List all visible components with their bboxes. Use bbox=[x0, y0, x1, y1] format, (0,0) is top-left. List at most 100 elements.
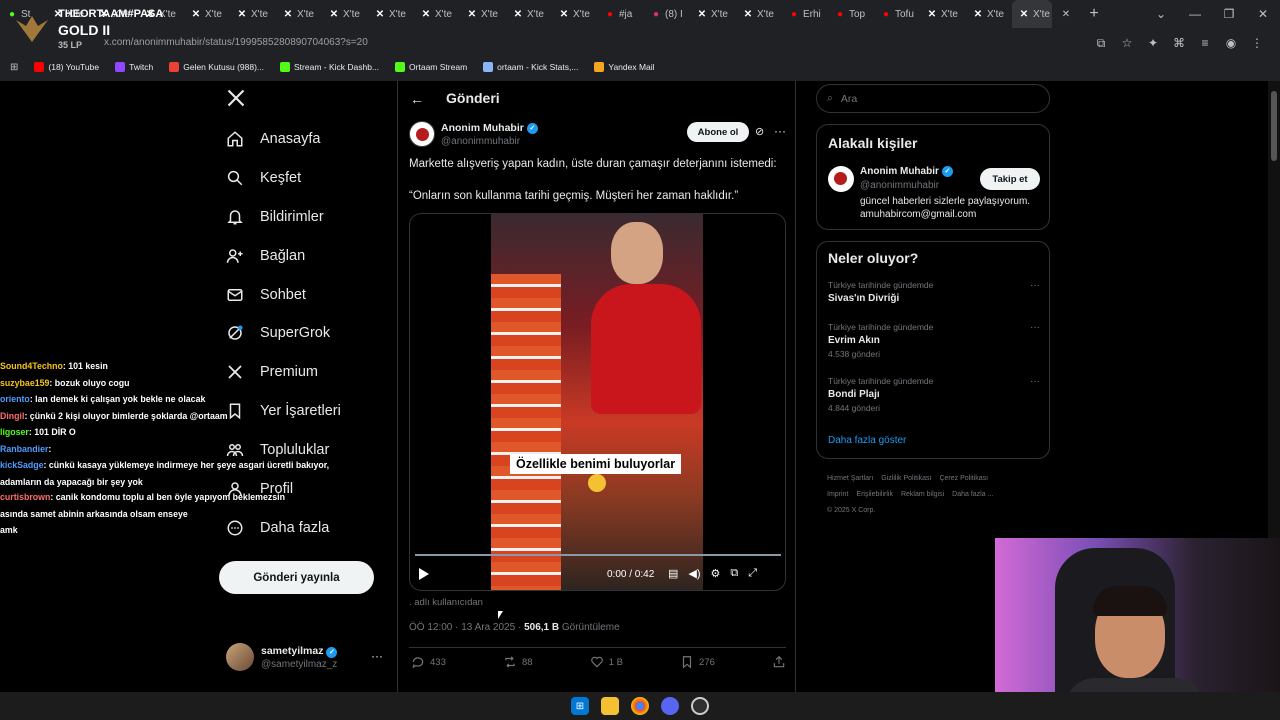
chat-username[interactable]: kickSadge bbox=[0, 460, 44, 470]
chat-username[interactable]: suzybae159 bbox=[0, 378, 49, 388]
apps-icon[interactable]: ⊞ bbox=[10, 62, 18, 73]
nav-item-1[interactable]: Keşfet bbox=[226, 166, 301, 190]
bookmark-item[interactable]: Stream - Kick Dashb... bbox=[280, 62, 379, 72]
profile-icon[interactable]: ◉ bbox=[1220, 30, 1242, 56]
maximize-icon[interactable]: ❐ bbox=[1212, 0, 1246, 28]
bookmark-item[interactable]: Twitch bbox=[115, 62, 153, 72]
windows-start-icon[interactable]: ⊞ bbox=[571, 697, 589, 715]
bookmark-item[interactable]: Gelen Kutusu (988)... bbox=[169, 62, 264, 72]
nav-item-4[interactable]: Sohbet bbox=[226, 283, 306, 307]
bookmark-item[interactable]: ortaam - Kick Stats,... bbox=[483, 62, 578, 72]
more-icon[interactable]: ··· bbox=[1030, 322, 1040, 333]
browser-tab[interactable]: ✕ X'te bbox=[690, 0, 736, 28]
trend-item[interactable]: Türkiye tarihinde gündemde Sivas'ın Divri… bbox=[828, 280, 1040, 304]
discord-icon[interactable] bbox=[661, 697, 679, 715]
puzzle-icon[interactable]: ⌘ bbox=[1168, 30, 1190, 56]
post-timestamp[interactable]: ÖÖ 12:00 · 13 Ara 2025 · bbox=[409, 622, 524, 633]
fullscreen-icon[interactable]: ⤢ bbox=[748, 567, 757, 580]
play-icon[interactable] bbox=[419, 568, 429, 580]
author-handle[interactable]: @anonimmuhabir bbox=[441, 136, 520, 147]
browser-tab[interactable]: ✕ X'te bbox=[966, 0, 1012, 28]
star-icon[interactable]: ☆ bbox=[1116, 30, 1138, 56]
bookmark-button[interactable]: 276 bbox=[680, 655, 715, 669]
pip-icon[interactable]: ⧉ bbox=[730, 567, 738, 580]
back-arrow-icon[interactable]: ← bbox=[410, 91, 424, 107]
chat-username[interactable]: Sound4Techno bbox=[0, 361, 63, 371]
footer-link[interactable]: Reklam bilgisi bbox=[901, 491, 944, 498]
browser-tab[interactable]: ✕ X'te bbox=[414, 0, 460, 28]
search-input[interactable]: ⌕ Ara bbox=[816, 84, 1050, 113]
more-icon[interactable]: ··· bbox=[1030, 280, 1040, 291]
reply-button[interactable]: 433 bbox=[411, 655, 446, 669]
more-icon[interactable]: ··· bbox=[1030, 376, 1040, 387]
browser-tab[interactable]: ● Erhi bbox=[782, 0, 828, 28]
chat-username[interactable]: ligoser bbox=[0, 427, 29, 437]
trend-item[interactable]: Türkiye tarihinde gündemde Evrim Akın 4.53… bbox=[828, 322, 1040, 359]
footer-link[interactable]: Daha fazla ... bbox=[952, 491, 993, 498]
related-name[interactable]: Anonim Muhabir ✓ bbox=[860, 166, 953, 177]
follow-button[interactable]: Takip et bbox=[980, 168, 1040, 190]
browser-tab[interactable]: ● Tofu bbox=[874, 0, 920, 28]
author-avatar[interactable] bbox=[409, 121, 435, 147]
tab-search-icon[interactable]: ⌄ bbox=[1144, 0, 1178, 28]
footer-link[interactable]: Hizmet Şartları bbox=[827, 475, 873, 482]
minimize-icon[interactable]: — bbox=[1178, 0, 1212, 28]
avatar[interactable] bbox=[828, 166, 854, 192]
x-logo-icon[interactable] bbox=[226, 88, 246, 108]
author-name[interactable]: Anonim Muhabir ✓ bbox=[441, 122, 538, 134]
video-player[interactable]: Özellikle benimi buluyorlar 0:00 / 0:42 … bbox=[409, 213, 786, 591]
post-button[interactable]: Gönderi yayınla bbox=[219, 561, 374, 594]
browser-tab[interactable]: ✕ X'te bbox=[506, 0, 552, 28]
browser-tab[interactable]: ✕ X'te bbox=[368, 0, 414, 28]
like-button[interactable]: 1 B bbox=[590, 655, 623, 669]
share-button[interactable] bbox=[772, 655, 786, 669]
footer-link[interactable]: Gizlilik Politikası bbox=[881, 475, 931, 482]
volume-icon[interactable]: ◀) bbox=[688, 567, 700, 580]
close-window-icon[interactable]: ✕ bbox=[1246, 0, 1280, 28]
menu-icon[interactable]: ⋮ bbox=[1246, 30, 1268, 56]
browser-tab[interactable]: ● #ja bbox=[598, 0, 644, 28]
chat-username[interactable]: Ranbandier bbox=[0, 444, 48, 454]
browser-tab[interactable]: ✕ X'te bbox=[322, 0, 368, 28]
browser-tab[interactable]: ● (8) I bbox=[644, 0, 690, 28]
browser-tab[interactable]: ✕ X'te bbox=[1012, 0, 1052, 28]
browser-tab[interactable]: ● Top bbox=[828, 0, 874, 28]
show-more-link[interactable]: Daha fazla göster bbox=[828, 435, 906, 446]
related-handle[interactable]: @anonimmuhabir bbox=[860, 180, 939, 191]
nav-item-2[interactable]: Bildirimler bbox=[226, 205, 324, 229]
file-explorer-icon[interactable] bbox=[601, 697, 619, 715]
settings-icon[interactable]: ⚙ bbox=[711, 567, 721, 580]
nav-item-0[interactable]: Anasayfa bbox=[226, 127, 320, 151]
captions-icon[interactable]: ▤ bbox=[668, 567, 678, 580]
browser-tab[interactable]: ✕ X'te bbox=[184, 0, 230, 28]
footer-link[interactable]: Erişilebilirlik bbox=[856, 491, 893, 498]
bookmark-item[interactable]: Yandex Mail bbox=[594, 62, 655, 72]
chat-username[interactable]: Dingil bbox=[0, 411, 24, 421]
new-tab-icon[interactable]: + bbox=[1080, 5, 1108, 23]
bookmark-item[interactable]: (18) YouTube bbox=[34, 62, 99, 72]
extension-icon[interactable]: ✦ bbox=[1142, 30, 1164, 56]
trend-item[interactable]: Türkiye tarihinde gündemde Bondi Plajı 4.8… bbox=[828, 376, 1040, 413]
chat-username[interactable]: curtisbrown bbox=[0, 492, 50, 502]
close-tab-icon[interactable]: ✕ bbox=[1052, 9, 1080, 20]
address-bar[interactable]: x.com/anonimmuhabir/status/1999585280890… bbox=[90, 32, 1140, 54]
account-switcher[interactable]: sametyilmaz ✓ @sametyilmaz_z ··· bbox=[226, 643, 386, 673]
install-icon[interactable]: ⧉ bbox=[1090, 30, 1112, 56]
browser-tab[interactable]: ✕ X'te bbox=[460, 0, 506, 28]
browser-tab[interactable]: ✕ X'te bbox=[230, 0, 276, 28]
scroll-thumb[interactable] bbox=[1271, 91, 1277, 161]
browser-tab[interactable]: ✕ X'te bbox=[276, 0, 322, 28]
browser-tab[interactable]: ✕ X'te bbox=[736, 0, 782, 28]
video-progress-bar[interactable] bbox=[415, 554, 781, 556]
grok-icon[interactable]: ⊘ bbox=[755, 125, 764, 138]
more-icon[interactable]: ··· bbox=[774, 124, 786, 138]
footer-link[interactable]: Imprint bbox=[827, 491, 848, 498]
nav-item-3[interactable]: Bağlan bbox=[226, 244, 305, 268]
nav-item-5[interactable]: SuperGrok bbox=[226, 321, 330, 345]
browser-tab[interactable]: ✕ X'te bbox=[552, 0, 598, 28]
browser-tab[interactable]: ✕ X'te bbox=[920, 0, 966, 28]
obs-icon[interactable] bbox=[691, 697, 709, 715]
media-icon[interactable]: ≡ bbox=[1194, 30, 1216, 56]
video-source[interactable]: . adlı kullanıcıdan bbox=[409, 597, 483, 608]
chat-username[interactable]: oriento bbox=[0, 394, 30, 404]
